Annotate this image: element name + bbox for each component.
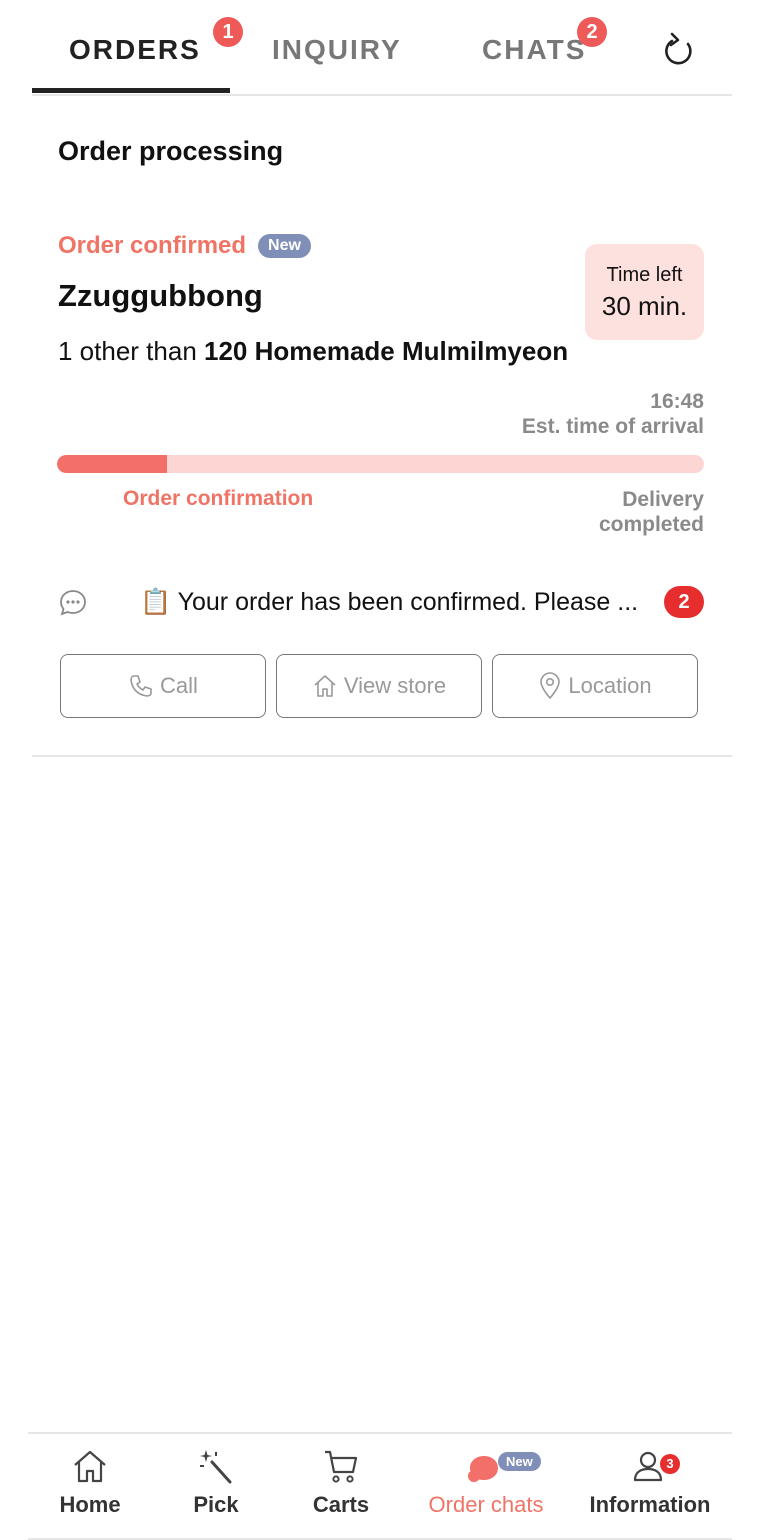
phone-icon: [130, 675, 152, 697]
eta-label: Est. time of arrival: [521, 415, 704, 438]
order-status-line: Order confirmed New: [58, 232, 311, 260]
time-left-box: Time left 30 min.: [585, 244, 704, 340]
time-left-label: Time left: [606, 264, 683, 286]
progress-step-current: Order confirmation: [123, 487, 314, 510]
order-status: Order confirmed: [58, 232, 247, 259]
view-store-label: View store: [343, 673, 447, 698]
tab-chats[interactable]: CHATS: [482, 34, 586, 66]
last-chat-text: 📋 Your order has been confirmed. Please …: [140, 588, 639, 616]
nav-carts[interactable]: Carts: [271, 1434, 411, 1534]
order-item-name: 120 Homemade Mulmilmyeon: [204, 336, 569, 366]
location-button[interactable]: Location: [492, 654, 698, 718]
tab-inquiry[interactable]: INQUIRY: [272, 34, 402, 66]
nav-pick-label: Pick: [193, 1492, 239, 1517]
location-pin-icon: [540, 672, 561, 700]
nav-new-badge: New: [498, 1452, 541, 1471]
store-home-icon: [314, 675, 336, 697]
delivery-progress-bar: [57, 455, 704, 473]
nav-pick[interactable]: Pick: [146, 1434, 286, 1534]
location-label: Location: [568, 673, 652, 698]
view-store-button[interactable]: View store: [276, 654, 482, 718]
magic-wand-icon: [200, 1450, 232, 1484]
card-divider: [32, 755, 732, 757]
nav-home-label: Home: [59, 1492, 121, 1517]
information-count-badge: 3: [660, 1454, 680, 1474]
top-tabs: ORDERS 1 INQUIRY CHATS 2: [32, 0, 732, 96]
order-actions: Call View store Location: [60, 654, 700, 719]
nav-information-label: Information: [589, 1492, 711, 1517]
unread-count-badge: 2: [664, 586, 704, 618]
nav-carts-label: Carts: [312, 1492, 370, 1517]
page-title: Order processing: [58, 136, 284, 166]
tab-orders-badge: 1: [213, 17, 243, 47]
nav-information[interactable]: 3 Information: [580, 1434, 720, 1534]
call-label: Call: [160, 673, 198, 698]
order-description-prefix: 1 other than: [58, 336, 204, 366]
time-left-value: 30 min.: [601, 291, 688, 321]
cart-icon: [325, 1450, 358, 1483]
tab-chats-badge: 2: [577, 17, 607, 47]
store-name[interactable]: Zzuggubbong: [58, 278, 263, 314]
active-tab-indicator: [32, 88, 230, 93]
nav-order-chats[interactable]: New Order chats: [416, 1434, 556, 1534]
bottom-navigation: Home Pick Carts New Order chats 3 Inform…: [28, 1432, 732, 1540]
chat-bubble-icon: [60, 590, 86, 616]
eta-time: 16:48: [650, 390, 704, 413]
home-icon: [74, 1450, 106, 1483]
call-button[interactable]: Call: [60, 654, 266, 718]
last-chat-message[interactable]: 📋 Your order has been confirmed. Please …: [58, 586, 704, 622]
nav-order-chats-label: Order chats: [428, 1492, 544, 1517]
progress-step-end: Delivery completed: [598, 488, 704, 536]
order-description: 1 other than 120 Homemade Mulmilmyeon: [58, 336, 568, 367]
new-badge: New: [258, 234, 311, 258]
refresh-icon[interactable]: [660, 30, 696, 70]
nav-home[interactable]: Home: [20, 1434, 160, 1534]
tab-orders[interactable]: ORDERS: [69, 34, 201, 66]
delivery-progress-fill: [57, 455, 167, 473]
